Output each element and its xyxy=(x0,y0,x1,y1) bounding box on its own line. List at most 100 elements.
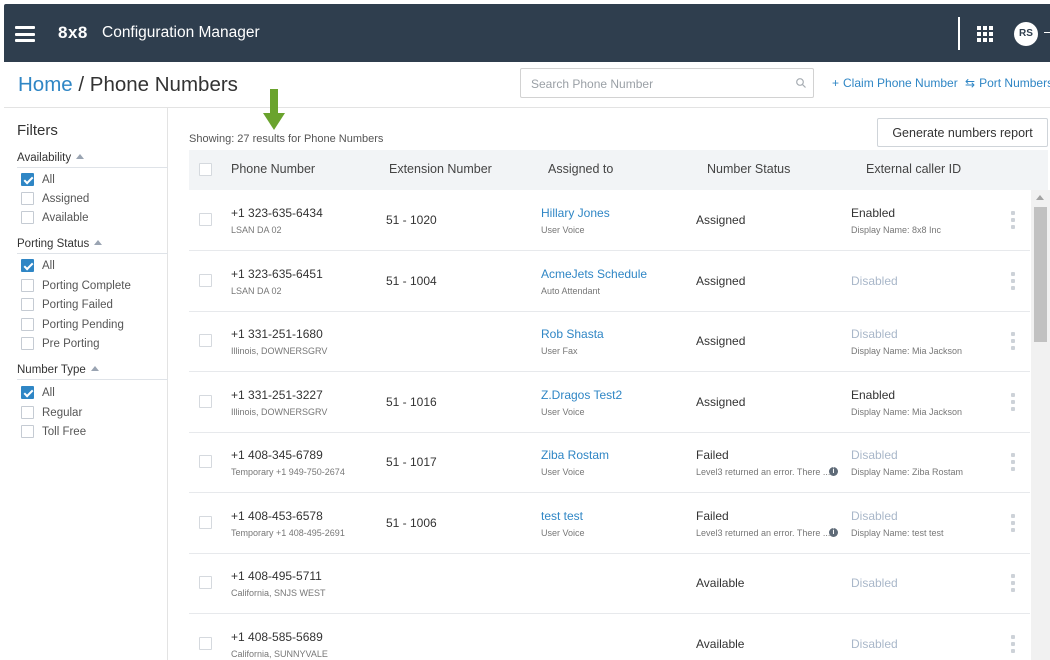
menu-icon[interactable] xyxy=(15,26,35,42)
phone-number: +1 408-345-6789 xyxy=(231,448,323,462)
table-row[interactable]: +1 408-495-5711 California, SNJS WEST Avai… xyxy=(189,553,1030,614)
checkbox[interactable] xyxy=(21,298,34,311)
row-checkbox[interactable] xyxy=(199,274,212,287)
option-label: Porting Pending xyxy=(42,318,124,331)
app-title: Configuration Manager xyxy=(102,24,260,41)
checkbox-checked[interactable] xyxy=(21,173,34,186)
filter-porting-pending[interactable]: Porting Pending xyxy=(21,318,124,331)
user-menu-caret-icon[interactable] xyxy=(1044,32,1050,33)
filter-porting-complete[interactable]: Porting Complete xyxy=(21,279,131,292)
filter-group-availability[interactable]: Availability xyxy=(17,152,85,164)
option-label: Assigned xyxy=(42,192,90,205)
checkbox[interactable] xyxy=(21,211,34,224)
row-checkbox[interactable] xyxy=(199,334,212,347)
assigned-to-link[interactable]: Hillary Jones xyxy=(541,206,610,220)
filter-availability-available[interactable]: Available xyxy=(21,211,88,224)
filter-number-type-all[interactable]: All xyxy=(21,386,55,399)
row-checkbox[interactable] xyxy=(199,576,212,589)
assigned-to-link[interactable]: test test xyxy=(541,509,583,523)
row-actions-kebab-icon[interactable] xyxy=(1011,635,1015,653)
row-checkbox[interactable] xyxy=(199,213,212,226)
select-all-checkbox[interactable] xyxy=(199,163,212,176)
option-label: All xyxy=(42,386,55,399)
external-caller-id-status: Enabled xyxy=(851,388,896,402)
checkbox-checked[interactable] xyxy=(21,259,34,272)
porting-status-label: Porting Status xyxy=(17,238,90,250)
external-caller-id-status: Disabled xyxy=(851,509,898,523)
column-header-phone-number[interactable]: Phone Number xyxy=(231,162,315,176)
filter-porting-failed[interactable]: Porting Failed xyxy=(21,298,113,311)
assigned-to-link[interactable]: Z.Dragos Test2 xyxy=(541,388,622,402)
checkbox-checked[interactable] xyxy=(21,386,34,399)
caller-id-display-name: Display Name: Ziba Rostam xyxy=(851,467,964,477)
column-header-number-status[interactable]: Number Status xyxy=(707,162,790,176)
filter-group-porting-status[interactable]: Porting Status xyxy=(17,238,103,250)
external-caller-id-status: Enabled xyxy=(851,206,896,220)
option-label: All xyxy=(42,173,55,186)
external-caller-id-status: Disabled xyxy=(851,274,898,288)
phone-number: +1 323-635-6434 xyxy=(231,206,323,220)
info-icon[interactable]: i xyxy=(829,467,838,476)
scrollbar-thumb[interactable] xyxy=(1034,207,1047,342)
table-scrollbar[interactable] xyxy=(1031,190,1050,660)
filter-pre-porting[interactable]: Pre Porting xyxy=(21,337,100,350)
number-status: Available xyxy=(696,637,745,651)
table-row[interactable]: +1 408-453-6578 Temporary +1 408-495-2691… xyxy=(189,493,1030,554)
phone-location: LSAN DA 02 xyxy=(231,225,282,235)
option-label: All xyxy=(42,259,55,272)
table-row[interactable]: +1 331-251-1680 Illinois, DOWNERSGRV Rob S… xyxy=(189,311,1030,372)
row-checkbox[interactable] xyxy=(199,637,212,650)
port-numbers-button[interactable]: ⇆ Port Numbers xyxy=(965,76,1050,90)
transfer-icon: ⇆ xyxy=(965,76,976,90)
row-actions-kebab-icon[interactable] xyxy=(1011,272,1015,290)
checkbox[interactable] xyxy=(21,337,34,350)
filter-availability-assigned[interactable]: Assigned xyxy=(21,192,89,205)
checkbox[interactable] xyxy=(21,406,34,419)
filter-group-number-type[interactable]: Number Type xyxy=(17,364,99,376)
results-count: Showing: 27 results for Phone Numbers xyxy=(189,133,384,145)
search-input[interactable] xyxy=(531,75,781,92)
app-launcher-icon[interactable] xyxy=(977,26,993,42)
plus-icon: + xyxy=(832,76,840,90)
filter-number-type-toll-free[interactable]: Toll Free xyxy=(21,425,86,438)
table-row[interactable]: +1 323-635-6451 LSAN DA 02 51 - 1004 AcmeJe… xyxy=(189,251,1030,312)
assigned-to-link[interactable]: Ziba Rostam xyxy=(541,448,609,462)
column-header-extension-number[interactable]: Extension Number xyxy=(389,162,492,176)
search-box[interactable] xyxy=(520,68,814,98)
row-actions-kebab-icon[interactable] xyxy=(1011,211,1015,229)
user-avatar[interactable]: RS xyxy=(1014,22,1038,46)
filter-porting-all[interactable]: All xyxy=(21,259,55,272)
assigned-to-link[interactable]: Rob Shasta xyxy=(541,327,604,341)
info-icon[interactable]: i xyxy=(829,528,838,537)
collapse-caret-icon[interactable] xyxy=(94,240,103,245)
filter-availability-all[interactable]: All xyxy=(21,173,55,186)
checkbox[interactable] xyxy=(21,318,34,331)
collapse-caret-icon[interactable] xyxy=(76,154,85,159)
generate-report-button[interactable]: Generate numbers report xyxy=(877,118,1048,147)
checkbox[interactable] xyxy=(21,192,34,205)
row-checkbox[interactable] xyxy=(199,455,212,468)
checkbox[interactable] xyxy=(21,425,34,438)
claim-phone-number-button[interactable]: + Claim Phone Number xyxy=(832,76,958,90)
column-header-assigned-to[interactable]: Assigned to xyxy=(548,162,613,176)
scroll-up-arrow-icon[interactable] xyxy=(1036,195,1044,200)
search-icon[interactable] xyxy=(795,77,807,89)
table-row[interactable]: +1 323-635-6434 LSAN DA 02 51 - 1020 Hillar… xyxy=(189,190,1030,251)
row-actions-kebab-icon[interactable] xyxy=(1011,514,1015,532)
table-row[interactable]: +1 331-251-3227 Illinois, DOWNERSGRV 51 - … xyxy=(189,372,1030,433)
row-actions-kebab-icon[interactable] xyxy=(1011,453,1015,471)
row-checkbox[interactable] xyxy=(199,395,212,408)
row-actions-kebab-icon[interactable] xyxy=(1011,393,1015,411)
row-checkbox[interactable] xyxy=(199,516,212,529)
table-row[interactable]: +1 408-345-6789 Temporary +1 949-750-2674… xyxy=(189,432,1030,493)
checkbox[interactable] xyxy=(21,279,34,292)
breadcrumb-home-link[interactable]: Home xyxy=(18,73,73,96)
collapse-caret-icon[interactable] xyxy=(90,366,99,371)
row-actions-kebab-icon[interactable] xyxy=(1011,332,1015,350)
assigned-to-link[interactable]: AcmeJets Schedule xyxy=(541,267,647,281)
row-actions-kebab-icon[interactable] xyxy=(1011,574,1015,592)
column-header-external-caller-id[interactable]: External caller ID xyxy=(866,162,961,176)
table-row[interactable]: +1 408-585-5689 California, SUNNYVALE Avai… xyxy=(189,614,1030,660)
filter-number-type-regular[interactable]: Regular xyxy=(21,406,82,419)
assigned-type: Auto Attendant xyxy=(541,286,601,296)
